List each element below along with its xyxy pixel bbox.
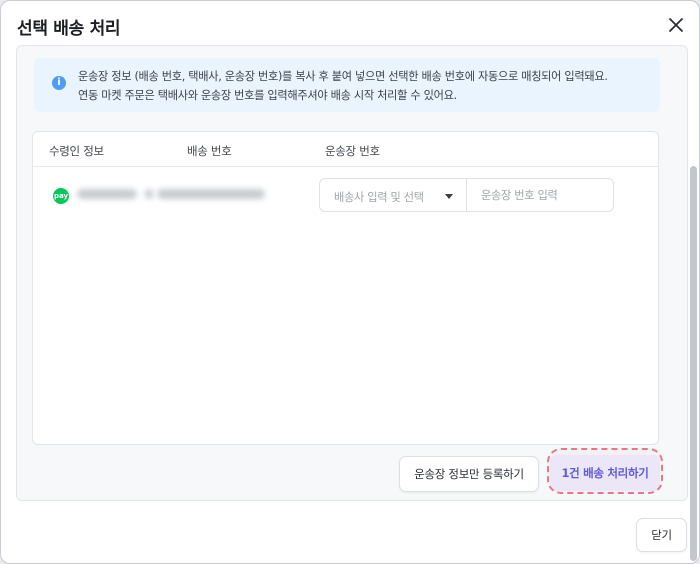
shipping-number-redacted bbox=[157, 189, 265, 199]
separator-redacted bbox=[145, 189, 153, 199]
table-header: 수령인 정보 배송 번호 운송장 번호 bbox=[33, 132, 658, 167]
close-button[interactable]: 닫기 bbox=[636, 518, 687, 552]
shipping-table: 수령인 정보 배송 번호 운송장 번호 pay 배송사 입력 및 선택 bbox=[32, 131, 659, 445]
process-shipping-button[interactable]: 1건 배송 처리하기 bbox=[550, 455, 660, 491]
carrier-select[interactable]: 배송사 입력 및 선택 bbox=[319, 178, 467, 212]
close-icon[interactable] bbox=[665, 14, 687, 36]
dialog-title: 선택 배송 처리 bbox=[17, 19, 121, 39]
info-icon: i bbox=[52, 76, 66, 90]
info-line-1: 운송장 정보 (배송 번호, 택배사, 운송장 번호)를 복사 후 붙여 넣으면… bbox=[78, 70, 608, 83]
table-row: pay 배송사 입력 및 선택 bbox=[33, 167, 658, 227]
info-line-2: 연동 마켓 주문은 택배사와 운송장 번호를 입력해주셔야 배송 시작 처리할 … bbox=[78, 89, 457, 102]
header-shipping-number: 배송 번호 bbox=[187, 144, 232, 158]
register-tracking-only-button[interactable]: 운송장 정보만 등록하기 bbox=[399, 456, 539, 492]
chevron-down-icon bbox=[445, 194, 453, 199]
recipient-info-redacted bbox=[77, 189, 137, 199]
header-tracking-number: 운송장 번호 bbox=[325, 144, 380, 158]
tracking-number-input[interactable] bbox=[466, 178, 614, 212]
naver-pay-icon: pay bbox=[53, 188, 69, 204]
info-banner: i 운송장 정보 (배송 번호, 택배사, 운송장 번호)를 복사 후 붙여 넣… bbox=[34, 58, 660, 112]
shipping-dialog: 선택 배송 처리 i 운송장 정보 (배송 번호, 택배사, 운송장 번호)를 … bbox=[0, 0, 700, 564]
scrollbar[interactable] bbox=[685, 49, 699, 561]
header-recipient: 수령인 정보 bbox=[49, 144, 104, 158]
info-text: 운송장 정보 (배송 번호, 택배사, 운송장 번호)를 복사 후 붙여 넣으면… bbox=[78, 67, 648, 105]
dialog-body: i 운송장 정보 (배송 번호, 택배사, 운송장 번호)를 복사 후 붙여 넣… bbox=[16, 45, 688, 501]
scrollbar-thumb[interactable] bbox=[690, 166, 697, 561]
carrier-placeholder: 배송사 입력 및 선택 bbox=[334, 191, 424, 204]
dialog-header: 선택 배송 처리 bbox=[1, 1, 699, 51]
